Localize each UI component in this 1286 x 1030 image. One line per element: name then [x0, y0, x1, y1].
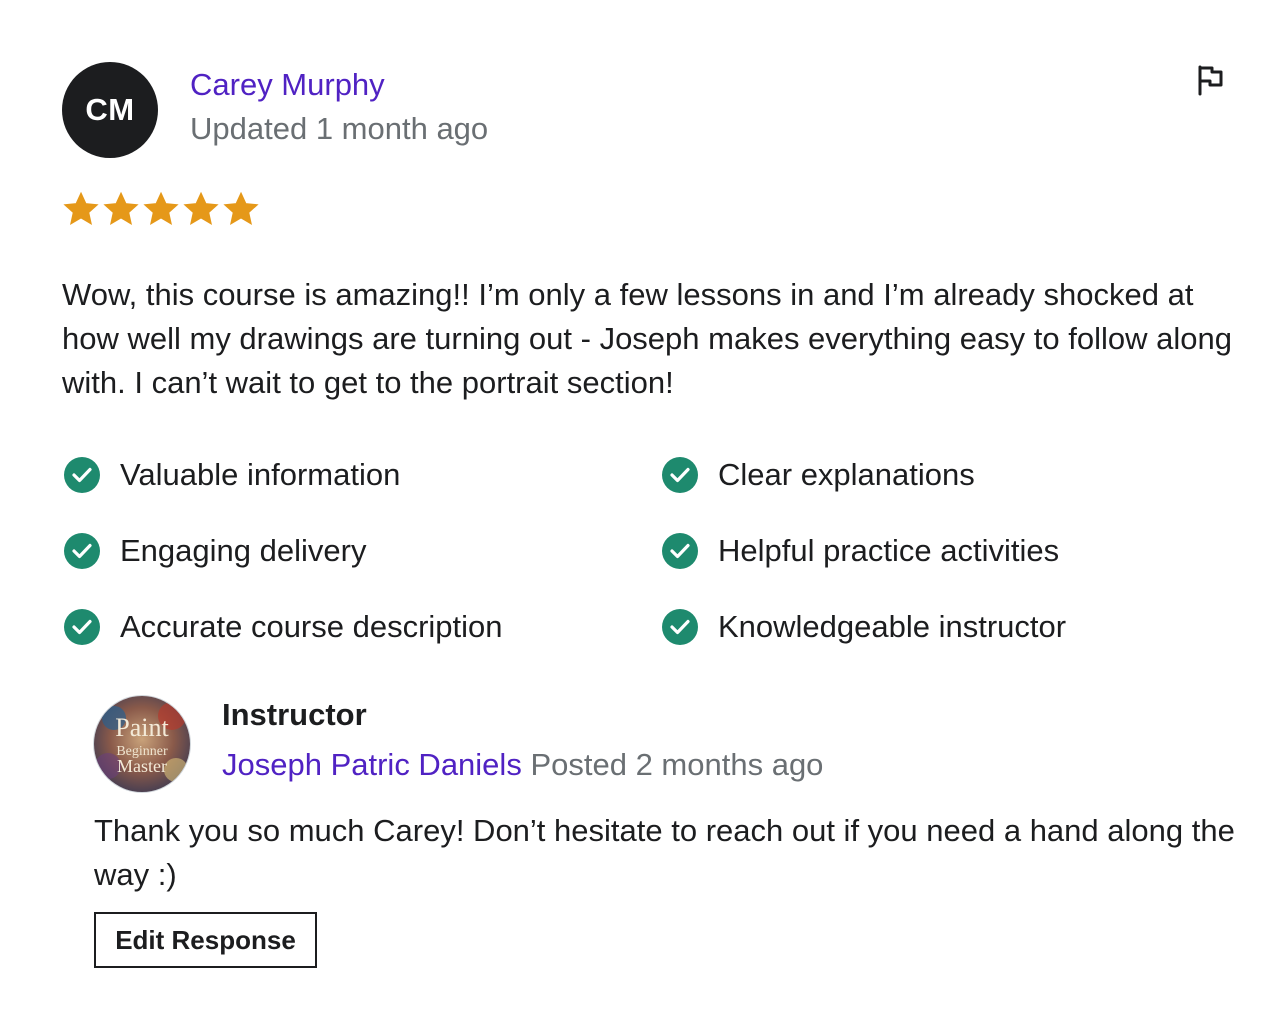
feature-label: Engaging delivery	[120, 533, 367, 568]
instructor-name-link[interactable]: Joseph Patric Daniels	[222, 747, 522, 782]
star-icon	[223, 191, 259, 225]
star-icon	[143, 191, 179, 225]
avatar-initials: CM	[85, 92, 135, 127]
check-circle-icon	[64, 609, 100, 645]
feature-item: Accurate course description	[64, 607, 503, 647]
instructor-byline: Joseph Patric Daniels Posted 2 months ag…	[222, 745, 823, 785]
star-icon	[63, 191, 99, 225]
review-text: Wow, this course is amazing!! I’m only a…	[62, 277, 1232, 400]
response-date: Posted 2 months ago	[530, 747, 824, 782]
feature-label: Accurate course description	[120, 609, 503, 644]
reviewer-name-link[interactable]: Carey Murphy	[190, 66, 385, 104]
check-circle-icon	[64, 457, 100, 493]
feature-item: Helpful practice activities	[662, 531, 1059, 571]
star-icon	[103, 191, 139, 225]
reviewer-avatar: CM	[62, 62, 158, 158]
feature-item: Knowledgeable instructor	[662, 607, 1066, 647]
svg-text:Master: Master	[117, 756, 167, 776]
instructor-avatar: Paint Beginner Master	[94, 696, 190, 792]
feature-label: Knowledgeable instructor	[718, 609, 1067, 644]
check-circle-icon	[662, 533, 698, 569]
check-circle-icon	[662, 609, 698, 645]
svg-text:Paint: Paint	[115, 713, 169, 742]
feature-label: Helpful practice activities	[718, 533, 1060, 568]
star-icon	[183, 191, 219, 225]
feature-item: Valuable information	[64, 455, 400, 495]
feature-label: Clear explanations	[718, 457, 975, 492]
edit-response-button[interactable]: Edit Response	[94, 912, 317, 968]
feature-item: Engaging delivery	[64, 531, 366, 571]
review-date: Updated 1 month ago	[190, 111, 489, 146]
feature-label: Valuable information	[120, 457, 401, 492]
response-heading: Instructor	[222, 697, 367, 732]
check-circle-icon	[662, 457, 698, 493]
response-text: Thank you so much Carey! Don’t hesitate …	[94, 813, 1235, 892]
star-rating	[62, 190, 260, 228]
paint-logo-icon: Paint Beginner Master	[94, 696, 190, 792]
report-flag-button[interactable]	[1190, 60, 1230, 100]
feature-item: Clear explanations	[662, 455, 975, 495]
flag-icon	[1198, 65, 1223, 96]
check-circle-icon	[64, 533, 100, 569]
